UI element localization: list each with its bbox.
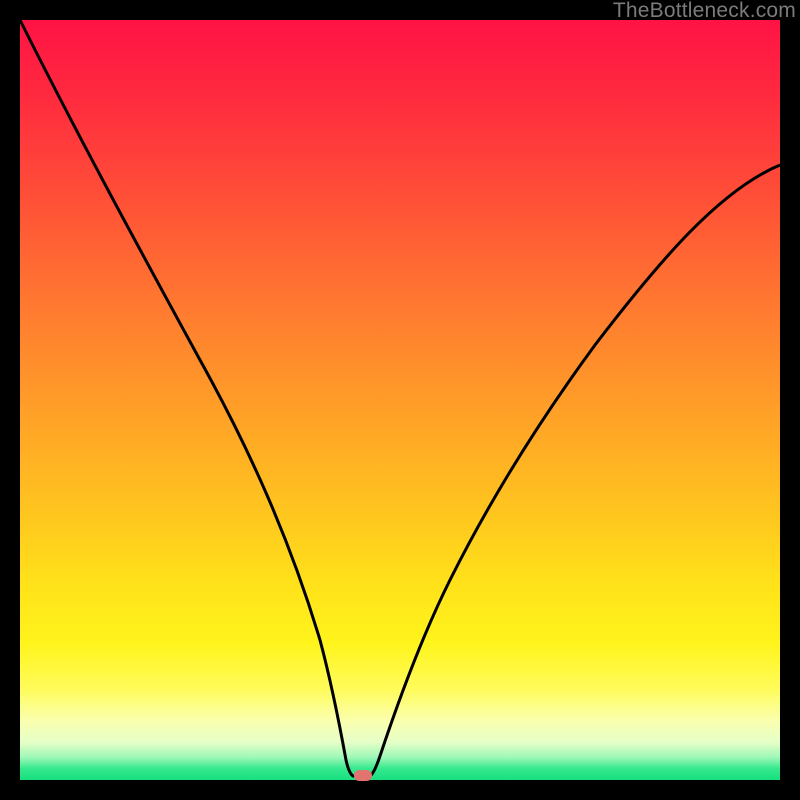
chart-frame: TheBottleneck.com (0, 0, 800, 800)
bottleneck-curve (20, 20, 780, 780)
plot-area (20, 20, 780, 780)
optimal-point-marker (354, 770, 372, 781)
curve-path (20, 20, 780, 776)
